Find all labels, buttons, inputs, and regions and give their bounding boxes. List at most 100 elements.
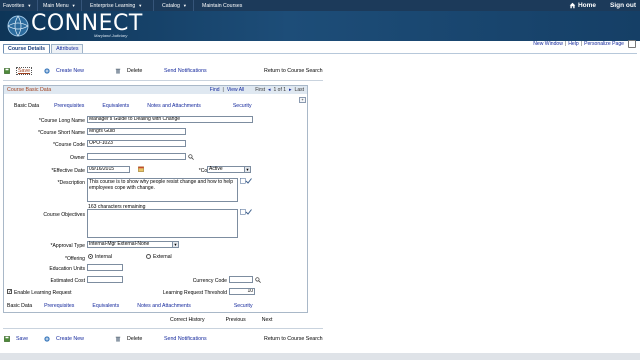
estimated-cost-input[interactable] [87, 276, 123, 283]
return-to-search-link[interactable]: Return to Course Search [264, 336, 323, 342]
subnav-prerequisites[interactable]: Prerequisites [54, 103, 84, 109]
chevron-down-icon: ▼ [172, 242, 178, 247]
send-notifications-link[interactable]: Send Notifications [164, 68, 207, 74]
subnav-equivalents[interactable]: Equivalents [102, 103, 129, 109]
approval-type-label: *Approval Type [50, 243, 85, 249]
create-new-button[interactable]: Create New [44, 68, 84, 74]
last-link[interactable]: Last [295, 87, 304, 93]
course-long-name-input[interactable]: Manager's Guide to Dealing with Change [87, 116, 253, 123]
home-link[interactable]: Home [569, 2, 596, 9]
subnav-equivalents[interactable]: Equivalents [92, 303, 119, 309]
subnav-notes-attachments[interactable]: Notes and Attachments [147, 103, 201, 109]
course-code-label: *Course Code [53, 142, 85, 148]
view-all-link[interactable]: View All [227, 87, 244, 93]
add-icon [44, 335, 50, 342]
education-units-label: Education Units [49, 266, 85, 272]
section-nav-bottom: Basic Data Prerequisites Equivalents Not… [7, 303, 253, 309]
last-arrow-icon[interactable]: ▸ [289, 87, 292, 93]
app-banner: CONNECT Maryland Judiciary [0, 11, 640, 41]
save-label: Save [16, 66, 33, 75]
personalize-page-link[interactable]: Personalize Page [584, 41, 624, 47]
bottom-toolbar: Save Create New Delete Send Notification… [4, 334, 324, 343]
create-new-label: Create New [56, 67, 84, 74]
owner-input[interactable] [87, 153, 186, 160]
currency-code-input[interactable] [229, 276, 253, 283]
approval-type-select[interactable]: Internal-Mgr External-None ▼ [87, 241, 179, 248]
course-short-name-label: *Course Short Name [38, 130, 85, 136]
subnav-notes-attachments[interactable]: Notes and Attachments [137, 303, 191, 309]
first-arrow-icon[interactable]: ◂ [268, 87, 271, 93]
course-code-input[interactable]: OPO-1023 [87, 140, 186, 147]
create-new-button[interactable]: Create New [44, 336, 84, 342]
help-link[interactable]: Help [568, 41, 578, 47]
effective-date-input[interactable]: 09/16/2015 [87, 166, 130, 173]
chevron-down-icon: ▼ [27, 3, 32, 8]
send-notifications-link[interactable]: Send Notifications [164, 336, 207, 342]
nav-main-menu-label: Main Menu [43, 2, 69, 9]
nav-enterprise-learning[interactable]: Enterprise Learning ▼ [82, 0, 154, 11]
save-button[interactable]: Save [4, 66, 33, 75]
group-header: Course Basic Data Find | View All First … [4, 86, 307, 94]
delete-label: Delete [127, 335, 143, 342]
top-toolbar: Save Create New Delete Send Notification… [4, 66, 324, 75]
subnav-security[interactable]: Security [234, 303, 253, 309]
page-links: New Window | Help | Personalize Page [533, 40, 636, 48]
nav-favorites-label: Favorites [3, 2, 25, 9]
spell-check-icon[interactable] [240, 178, 252, 184]
nav-favorites[interactable]: Favorites ▼ [0, 0, 38, 11]
save-label: Save [16, 335, 29, 342]
first-link[interactable]: First [255, 87, 265, 93]
create-new-label: Create New [56, 335, 84, 342]
correct-history-button[interactable]: Correct History [170, 317, 205, 323]
tab-attributes[interactable]: Attributes [51, 44, 84, 53]
offering-label: *Offering [64, 256, 85, 262]
delete-label: Delete [127, 67, 143, 74]
home-icon [569, 2, 576, 9]
link-separator: | [564, 41, 567, 47]
course-objectives-label: Course Objectives [43, 212, 85, 218]
effective-date-label: *Effective Date [51, 168, 85, 174]
owner-label: Owner [69, 155, 85, 161]
subnav-security[interactable]: Security [233, 103, 252, 109]
delete-button[interactable]: Delete [115, 336, 142, 342]
signout-link[interactable]: Sign out [610, 2, 636, 9]
course-status-select[interactable]: Active ▼ [207, 166, 251, 173]
education-units-input[interactable] [87, 264, 123, 271]
subnav-prerequisites[interactable]: Prerequisites [44, 303, 74, 309]
nav-main-menu[interactable]: Main Menu ▼ [40, 0, 82, 11]
previous-button[interactable]: Previous [226, 317, 246, 323]
bottom-divider [3, 328, 323, 329]
chevron-down-icon: ▼ [138, 3, 143, 8]
search-icon[interactable] [188, 154, 194, 160]
nav-catalog[interactable]: Catalog ▼ [154, 0, 194, 11]
course-objectives-textarea[interactable] [87, 209, 238, 238]
tab-course-details[interactable]: Course Details [3, 44, 51, 53]
delete-button[interactable]: Delete [115, 68, 142, 74]
offering-external-radio[interactable] [146, 254, 151, 259]
new-window-link[interactable]: New Window [533, 41, 563, 47]
nav-maintain-courses-label: Maintain Courses [202, 2, 243, 9]
page-help-icon[interactable] [628, 40, 636, 48]
add-icon [44, 67, 50, 74]
find-link[interactable]: Find [210, 87, 220, 93]
add-row-button[interactable]: + [299, 97, 306, 103]
group-navigation: Find | View All First ◂ 1 of 1 ▸ Last [210, 86, 304, 94]
enable-learning-request-checkbox[interactable]: ✓ [7, 289, 12, 295]
save-button[interactable]: Save [4, 336, 28, 342]
subnav-basic-data: Basic Data [7, 303, 33, 309]
offering-external-label: External [153, 254, 172, 260]
return-to-search-link[interactable]: Return to Course Search [264, 68, 323, 74]
nav-maintain-courses[interactable]: Maintain Courses [194, 0, 245, 11]
calendar-icon[interactable] [138, 166, 144, 172]
offering-internal-radio[interactable] [88, 254, 93, 259]
course-short-name-input[interactable]: Mngrs Guid [87, 128, 186, 135]
estimated-cost-label: Estimated Cost [50, 278, 85, 284]
description-textarea[interactable]: This course is to show why people resist… [87, 178, 238, 202]
spell-check-icon[interactable] [240, 209, 252, 215]
page-footer-band [0, 353, 640, 360]
next-button[interactable]: Next [262, 317, 273, 323]
learning-request-threshold-input[interactable]: 10 [229, 288, 255, 295]
course-long-name-label: *Course Long Name [38, 118, 85, 124]
search-icon[interactable] [255, 277, 261, 283]
group-title: Course Basic Data [7, 87, 52, 93]
